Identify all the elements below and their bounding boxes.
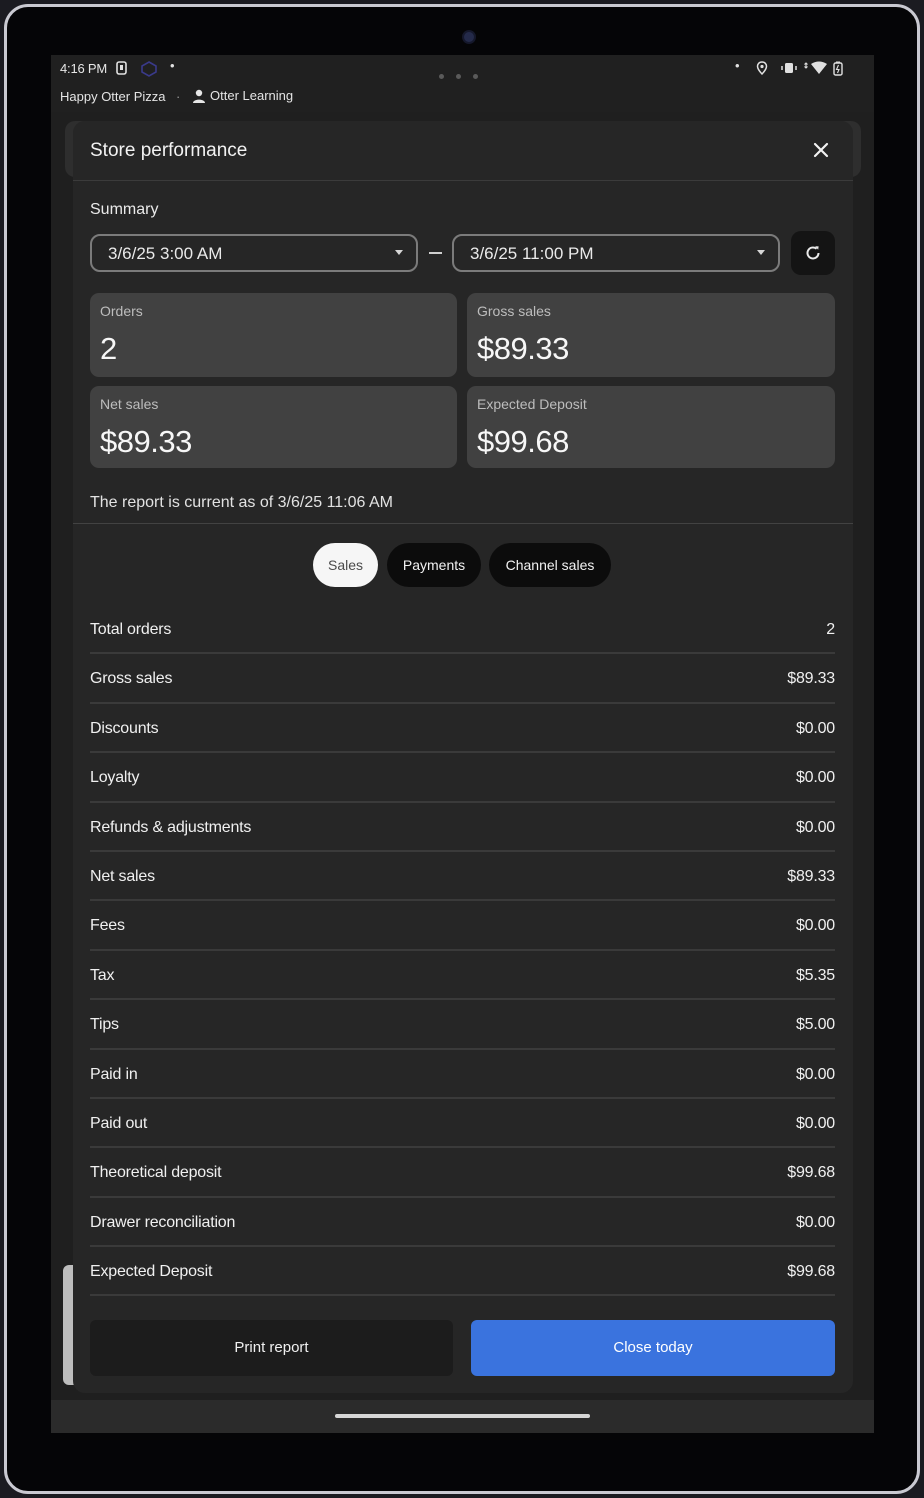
row-value: $5.35 [795,966,835,984]
net-sales-card: Net sales $89.33 [90,386,457,468]
refresh-icon [806,246,820,260]
dot-icon: • [170,58,175,73]
row-value: $0.00 [795,769,835,787]
table-row: Tips $5.00 [90,1000,835,1050]
location-icon [756,61,768,78]
camera-icon [462,30,476,44]
row-label: Paid out [90,1114,148,1132]
tab-payments[interactable]: Payments [387,543,481,587]
row-label: Total orders [90,621,172,638]
row-label: Gross sales [90,670,173,688]
tab-channel-sales[interactable]: Channel sales [489,543,611,587]
expected-deposit-label: Expected Deposit [477,396,587,412]
store-name: Happy Otter Pizza [60,89,166,104]
table-row: Paid out $0.00 [90,1099,835,1149]
navigation-bar [51,1400,874,1433]
gross-sales-label: Gross sales [477,303,551,319]
close-icon [813,142,829,158]
refresh-button[interactable] [791,231,835,275]
dot-icon: • [735,58,740,73]
table-row: Tax $5.35 [90,951,835,1001]
table-row: Gross sales $89.33 [90,654,835,704]
notification-icon [115,61,129,78]
orders-card: Orders 2 [90,293,457,377]
chevron-down-icon [757,250,765,255]
person-icon [193,89,205,103]
home-handle[interactable] [335,1414,590,1418]
table-row: Expected Deposit $99.68 [90,1247,835,1297]
row-value: $0.00 [795,1213,835,1231]
row-label: Discounts [90,719,159,737]
row-value: $99.68 [787,1263,835,1281]
end-date-select[interactable]: 3/6/25 11:00 PM [452,234,780,272]
divider [73,523,853,524]
table-row: Net sales $89.33 [90,852,835,902]
user-account[interactable]: Otter Learning [192,88,293,103]
app-bar: Happy Otter Pizza · Otter Learning [51,83,874,112]
row-value: $5.00 [795,1016,835,1034]
row-value: $89.33 [787,867,835,885]
wifi-icon [803,61,829,78]
status-dots [439,67,490,82]
table-row: Total orders 2 [90,605,835,655]
row-value: $0.00 [795,1065,835,1083]
orders-value: 2 [100,331,117,366]
summary-label: Summary [90,201,159,218]
row-label: Refunds & adjustments [90,818,252,836]
battery-icon [832,61,844,79]
row-label: Expected Deposit [90,1263,213,1281]
table-row: Refunds & adjustments $0.00 [90,803,835,852]
row-label: Fees [90,917,125,935]
sales-table: Total orders 2 Gross sales $89.33 Discount… [90,605,835,1297]
report-timestamp: The report is current as of 3/6/25 11:06… [90,494,393,511]
row-label: Tax [90,966,115,984]
tab-sales[interactable]: Sales [313,543,378,587]
gross-sales-card: Gross sales $89.33 [467,293,835,377]
table-row: Paid in $0.00 [90,1050,835,1099]
net-sales-value: $89.33 [100,424,192,459]
chevron-down-icon [395,250,403,255]
start-date-select[interactable]: 3/6/25 3:00 AM [90,234,418,272]
row-label: Loyalty [90,769,140,787]
user-name: Otter Learning [210,88,294,103]
store-performance-sheet: Store performance Summary 3/6/25 3:00 AM… [73,121,853,1393]
row-label: Net sales [90,867,155,885]
row-label: Theoretical deposit [90,1164,222,1182]
table-row: Discounts $0.00 [90,704,835,754]
orders-label: Orders [100,303,143,319]
row-value: 2 [826,621,835,638]
row-label: Tips [90,1016,119,1034]
table-row: Fees $0.00 [90,901,835,951]
row-value: $0.00 [795,818,835,836]
net-sales-label: Net sales [100,396,159,412]
vibrate-icon [781,61,797,78]
row-value: $0.00 [795,719,835,737]
table-row: Loyalty $0.00 [90,753,835,803]
separator: · [176,89,181,104]
status-time: 4:16 PM [60,61,108,76]
row-label: Paid in [90,1065,138,1083]
app-icon [141,61,157,80]
date-range-dash [429,252,442,254]
close-button[interactable] [809,138,833,162]
sheet-title: Store performance [90,140,248,161]
row-value: $0.00 [795,1114,835,1132]
sheet-header: Store performance [73,121,853,181]
gross-sales-value: $89.33 [477,331,569,366]
end-date-value: 3/6/25 11:00 PM [470,244,594,263]
expected-deposit-card: Expected Deposit $99.68 [467,386,835,468]
expected-deposit-value: $99.68 [477,424,569,459]
table-row: Drawer reconciliation $0.00 [90,1198,835,1248]
row-value: $89.33 [787,670,835,688]
row-value: $99.68 [787,1164,835,1182]
row-label: Drawer reconciliation [90,1213,236,1231]
status-bar: 4:16 PM • • [51,55,874,83]
start-date-value: 3/6/25 3:00 AM [108,244,223,263]
table-row: Theoretical deposit $99.68 [90,1148,835,1198]
print-report-button[interactable]: Print report [90,1320,453,1376]
row-value: $0.00 [795,917,835,935]
close-today-button[interactable]: Close today [471,1320,835,1376]
screen: 4:16 PM • • Happy Otter Pizza · Otter Le… [51,55,874,1433]
